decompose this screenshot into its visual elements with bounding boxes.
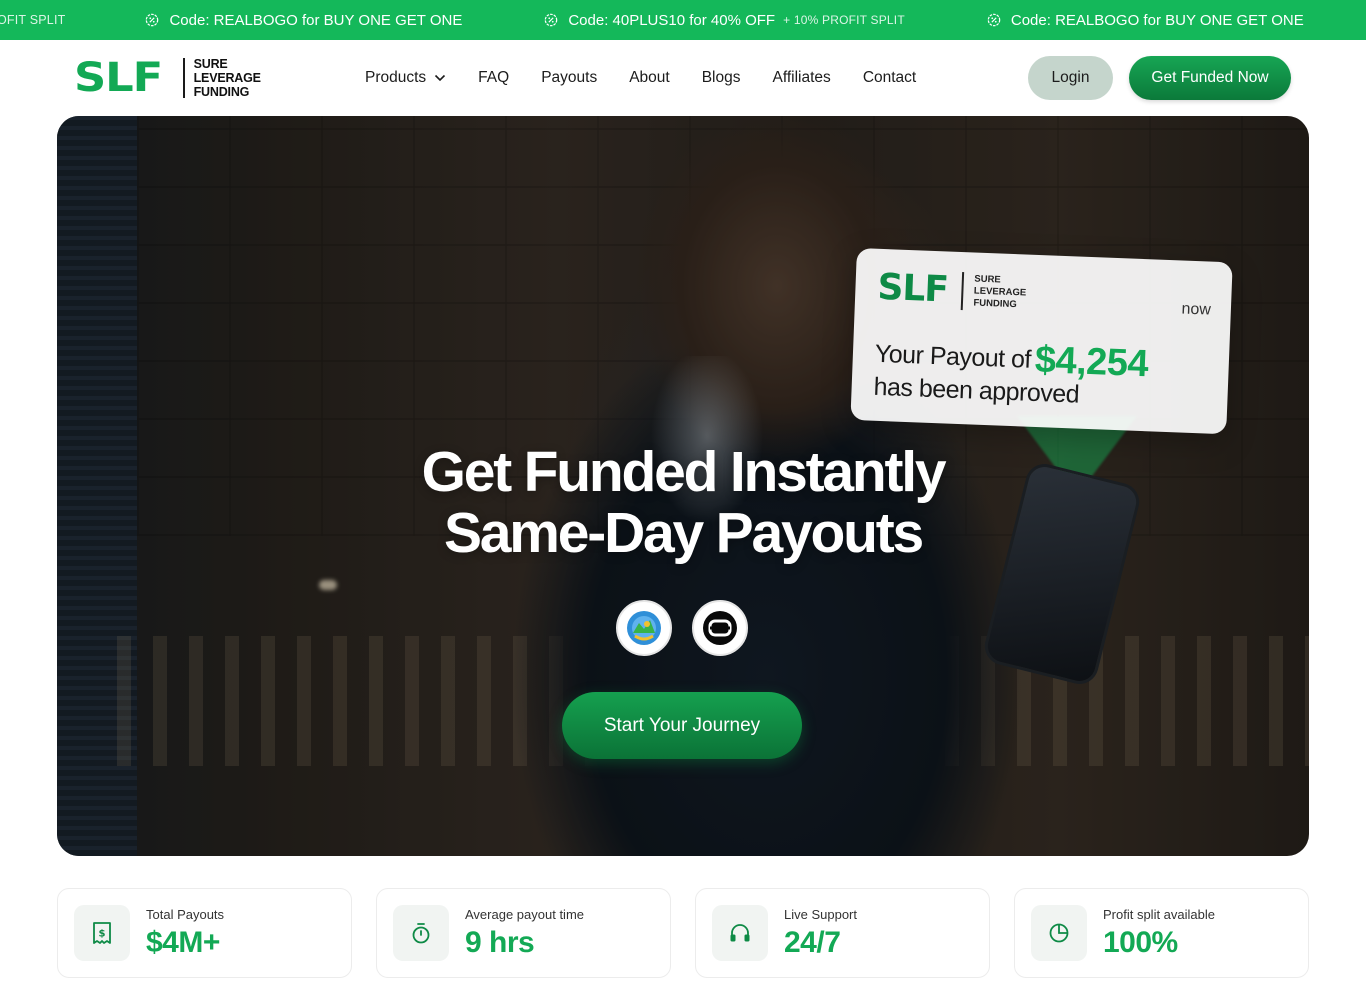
chevron-down-icon (435, 74, 446, 82)
nav-item-about[interactable]: About (629, 69, 670, 87)
logo-wordmark: SURE LEVERAGE FUNDING (194, 57, 261, 99)
notification-amount: $4,254 (1034, 338, 1149, 386)
metatrader-icon[interactable] (616, 600, 672, 656)
start-journey-button[interactable]: Start Your Journey (562, 692, 802, 759)
headphones-icon (730, 924, 750, 942)
notification-logo: SLF SURE LEVERAGE FUNDING (876, 266, 1027, 313)
payout-notification-card: SLF SURE LEVERAGE FUNDING now Your Payou… (850, 248, 1233, 435)
nav-item-contact[interactable]: Contact (863, 69, 916, 87)
platform-badges (616, 600, 768, 656)
hero-title-line1: Get Funded Instantly (421, 440, 947, 504)
logo-mark: SLF (74, 55, 163, 101)
stat-icon-wrap (1031, 905, 1087, 961)
promo-item: Code: 40PLUS10 for 40% OFF + 10% PROFIT … (544, 12, 905, 29)
promo-text: OFIT SPLIT (0, 13, 66, 27)
promo-bar: OFIT SPLIT Code: REALBOGO for BUY ONE GE… (0, 0, 1366, 40)
stat-card-profit-split: Profit split available 100% (1014, 888, 1309, 978)
stat-icon-wrap: $ (74, 905, 130, 961)
site-header: SLF SURE LEVERAGE FUNDING Products FAQ P… (0, 40, 1366, 116)
nav-item-payouts[interactable]: Payouts (541, 69, 597, 87)
login-button[interactable]: Login (1028, 56, 1113, 100)
stat-icon-wrap (393, 905, 449, 961)
promo-item: Code: REALBOGO for BUY ONE GET ONE (987, 12, 1304, 29)
nav-item-blogs[interactable]: Blogs (702, 69, 741, 87)
notification-prefix: Your Payout of (874, 339, 1032, 374)
stat-value: 24/7 (784, 926, 841, 959)
stat-value: 9 hrs (465, 926, 535, 959)
nav-item-faq[interactable]: FAQ (478, 69, 509, 87)
hero-title-line2: Same-Day Payouts (443, 501, 924, 565)
stat-card-total-payouts: $ Total Payouts $4M+ (57, 888, 352, 978)
logo-word: FUNDING (973, 297, 1017, 311)
svg-text:$: $ (99, 929, 106, 940)
badge-percent-icon (987, 13, 1001, 27)
promo-subtext: + 10% PROFIT SPLIT (783, 13, 905, 27)
stat-icon-wrap (712, 905, 768, 961)
stat-card-avg-payout-time: Average payout time 9 hrs (376, 888, 671, 978)
logo-divider (182, 58, 185, 98)
stat-label: Profit split available (1103, 907, 1215, 922)
nav-item-products[interactable]: Products (365, 69, 446, 87)
stopwatch-icon (412, 923, 430, 944)
stat-label: Total Payouts (146, 907, 225, 922)
notification-logo-divider (961, 272, 965, 311)
hero-banner: SLF SURE LEVERAGE FUNDING now Your Payou… (57, 116, 1309, 856)
get-funded-button[interactable]: Get Funded Now (1129, 56, 1291, 100)
notification-logo-wordmark: SURE LEVERAGE FUNDING (973, 274, 1027, 312)
badge-percent-icon (545, 13, 558, 27)
logo-word: FUNDING (193, 85, 250, 99)
notification-logo-mark: SLF (876, 266, 949, 311)
pie-chart-icon (1049, 923, 1069, 943)
notification-time: now (1181, 300, 1212, 319)
nav-item-affiliates[interactable]: Affiliates (773, 69, 831, 87)
promo-text: Code: REALBOGO for BUY ONE GET ONE (1010, 11, 1304, 29)
main-nav: Products FAQ Payouts About Blogs Affilia… (365, 40, 948, 116)
promo-text: Code: 40PLUS10 for 40% OFF (568, 11, 776, 29)
stat-label: Average payout time (465, 907, 584, 922)
promo-track: OFIT SPLIT Code: REALBOGO for BUY ONE GE… (0, 0, 1304, 40)
ctrader-icon[interactable] (692, 600, 748, 656)
receipt-dollar-icon: $ (93, 922, 111, 944)
hero-title: Get Funded Instantly Same-Day Payouts (57, 442, 1309, 564)
badge-percent-icon (146, 13, 159, 27)
promo-item: OFIT SPLIT (0, 13, 65, 27)
stat-label: Live Support (784, 907, 857, 922)
promo-text: Code: REALBOGO for BUY ONE GET ONE (169, 11, 463, 29)
stat-card-live-support: Live Support 24/7 (695, 888, 990, 978)
ctrader-logo (703, 611, 737, 645)
site-logo[interactable]: SLF SURE LEVERAGE FUNDING (74, 57, 261, 99)
stat-value: 100% (1103, 926, 1178, 959)
stat-value: $4M+ (146, 926, 220, 959)
metatrader-logo (627, 611, 661, 645)
promo-item: Code: REALBOGO for BUY ONE GET ONE (145, 12, 462, 29)
logo-word: LEVERAGE (193, 71, 261, 85)
logo-word: SURE (193, 57, 228, 71)
nav-label: Products (365, 69, 427, 86)
